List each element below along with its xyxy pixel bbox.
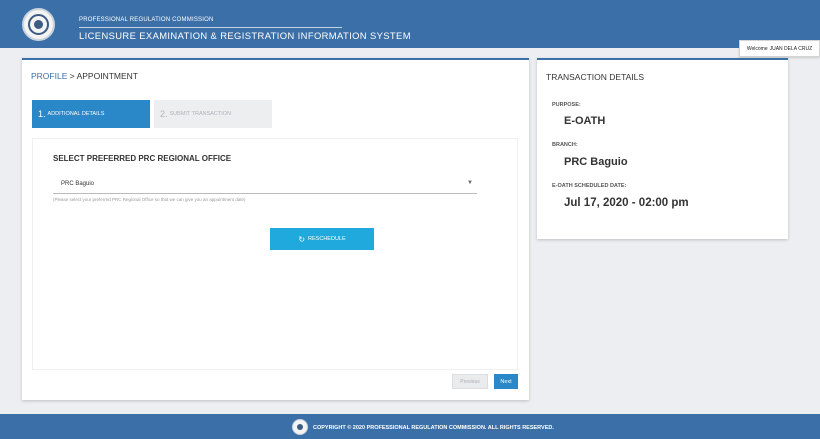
- top-header: PROFESSIONAL REGULATION COMMISSION LICEN…: [0, 0, 820, 48]
- prc-seal-icon: [292, 419, 308, 435]
- reschedule-button[interactable]: ↻ RESCHEDULE: [270, 228, 374, 250]
- purpose-value: E-OATH: [564, 115, 606, 127]
- step-additional-details[interactable]: 1. ADDITIONAL DETAILS: [32, 100, 150, 128]
- branch-value: PRC Baguio: [564, 156, 628, 168]
- schedule-date-value: Jul 17, 2020 - 02:00 pm: [564, 197, 689, 209]
- step-label: ADDITIONAL DETAILS: [47, 111, 105, 117]
- step-submit-transaction[interactable]: 2. SUBMIT TRANSACTION: [154, 100, 272, 128]
- step-number: 2.: [160, 109, 168, 119]
- appointment-card: PROFILE > APPOINTMENT 1. ADDITIONAL DETA…: [22, 58, 529, 400]
- welcome-label: Welcome: [746, 45, 768, 52]
- step-label: SUBMIT TRANSACTION: [169, 111, 232, 117]
- next-button[interactable]: Next: [494, 374, 518, 389]
- breadcrumb-separator: >: [67, 71, 77, 81]
- help-text: (Please select your preferred PRC Region…: [53, 197, 246, 202]
- transaction-details-card: TRANSACTION DETAILS PURPOSE: E-OATH BRAN…: [537, 58, 788, 239]
- footer: COPYRIGHT © 2020 PROFESSIONAL REGULATION…: [0, 414, 820, 439]
- breadcrumb-current: APPOINTMENT: [76, 71, 138, 81]
- schedule-date-label: E-OATH SCHEDULED DATE:: [552, 183, 627, 189]
- user-menu[interactable]: Welcome JUAN DELA CRUZ: [739, 40, 820, 57]
- selected-office: PRC Baguio: [61, 181, 95, 187]
- wizard-steps: 1. ADDITIONAL DETAILS 2. SUBMIT TRANSACT…: [32, 100, 272, 128]
- prc-seal-icon: [22, 8, 55, 41]
- purpose-label: PURPOSE:: [552, 102, 581, 108]
- user-name: JUAN DELA CRUZ: [769, 45, 813, 52]
- breadcrumb: PROFILE > APPOINTMENT: [31, 71, 138, 81]
- reload-icon: ↻: [298, 234, 306, 244]
- form-title: SELECT PREFERRED PRC REGIONAL OFFICE: [53, 154, 232, 163]
- reschedule-label: RESCHEDULE: [308, 236, 346, 242]
- branch-label: BRANCH:: [552, 142, 578, 148]
- copyright-text: COPYRIGHT © 2020 PROFESSIONAL REGULATION…: [313, 425, 554, 431]
- regional-office-select[interactable]: PRC Baguio ▼: [53, 177, 477, 194]
- org-name: PROFESSIONAL REGULATION COMMISSION: [79, 17, 214, 23]
- caret-down-icon: ▼: [467, 180, 473, 186]
- transaction-title: TRANSACTION DETAILS: [546, 72, 645, 82]
- office-form: SELECT PREFERRED PRC REGIONAL OFFICE PRC…: [32, 138, 518, 370]
- previous-button[interactable]: Previous: [452, 374, 488, 389]
- breadcrumb-profile-link[interactable]: PROFILE: [31, 71, 67, 81]
- system-title: LICENSURE EXAMINATION & REGISTRATION INF…: [79, 30, 411, 41]
- step-number: 1.: [38, 109, 46, 119]
- header-divider: [79, 27, 342, 28]
